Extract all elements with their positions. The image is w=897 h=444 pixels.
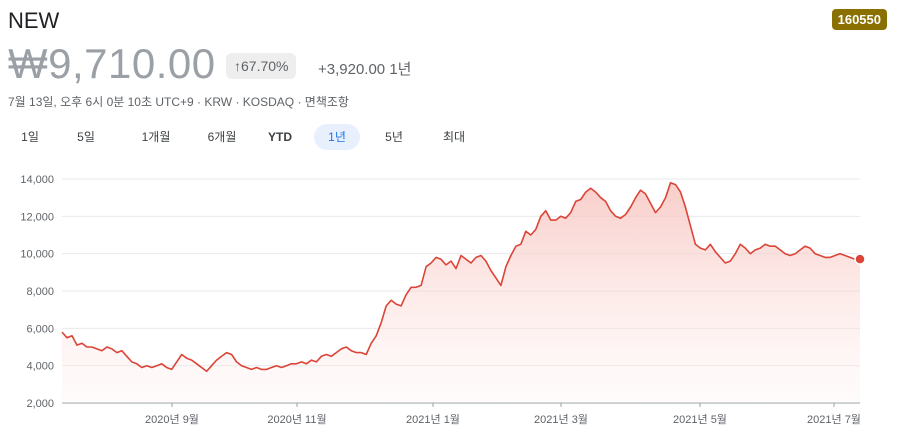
y-tick-label: 14,000 [20, 174, 54, 186]
y-tick-label: 6,000 [26, 323, 54, 335]
x-tick-label: 2021년 1월 [406, 413, 460, 426]
y-tick-label: 10,000 [20, 249, 54, 261]
y-tick-label: 8,000 [26, 286, 54, 298]
y-tick-label: 4,000 [26, 361, 54, 373]
last-price-dot [854, 253, 866, 265]
y-tick-label: 12,000 [20, 211, 54, 223]
x-tick-label: 2020년 11월 [267, 413, 326, 426]
x-tick-label: 2020년 9월 [145, 413, 199, 426]
price-area [62, 182, 860, 403]
price-chart[interactable]: 2,000 4,000 6,000 8,000 10,000 12,000 14,000 2… [0, 0, 897, 444]
x-tick-label: 2021년 7월 [807, 413, 861, 426]
y-tick-label: 2,000 [26, 398, 54, 410]
x-tick-label: 2021년 3월 [534, 413, 588, 426]
x-tick-label: 2021년 5월 [673, 413, 727, 426]
